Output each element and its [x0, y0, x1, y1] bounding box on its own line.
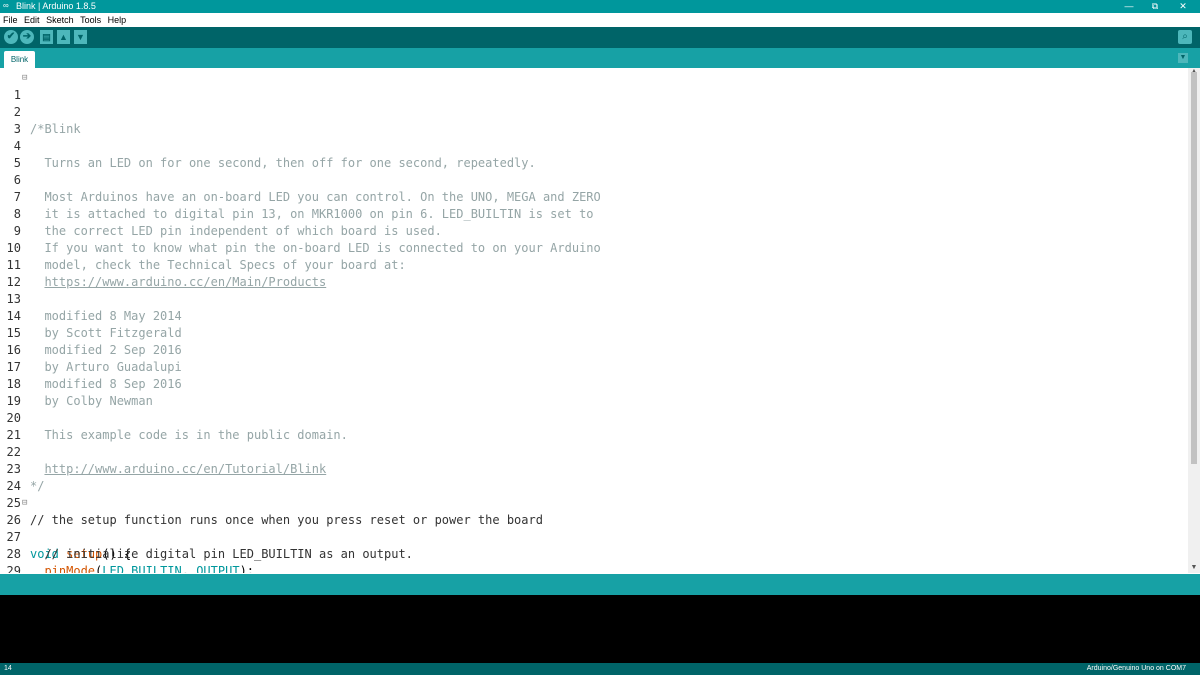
message-area — [0, 574, 1200, 595]
code-line: 16 by Arturo Guadalupi — [0, 325, 1188, 374]
code-line: 27 // initialize digital pin LED_BUILTIN… — [0, 512, 1188, 561]
open-icon: ▲ — [59, 32, 68, 42]
footer-status-bar: 14 Arduino/Genuino Uno on COM7 — [0, 663, 1200, 675]
current-line-number: 14 — [4, 665, 12, 672]
code-line: 18 by Colby Newman — [0, 359, 1188, 408]
code-line: 14 by Scott Fitzgerald — [0, 291, 1188, 340]
code-line: 23 */ — [0, 444, 1188, 493]
new-file-icon: ▤ — [42, 32, 51, 42]
code-line: 30 — [0, 563, 1188, 573]
console-output[interactable] — [0, 595, 1200, 663]
save-icon: ▼ — [76, 32, 85, 42]
code-line: 17 modified 8 Sep 2016 — [0, 342, 1188, 391]
tab-blink[interactable]: Blink — [4, 51, 35, 68]
code-line: 6 Most Arduinos have an on-board LED you… — [0, 155, 1188, 204]
code-line: 9 If you want to know what pin the on-bo… — [0, 206, 1188, 255]
menu-bar: File Edit Sketch Tools Help — [0, 13, 1200, 27]
check-icon: ✔ — [6, 31, 16, 42]
scroll-down-icon[interactable]: ▼ — [1190, 564, 1198, 572]
code-line: 1 ⊟ /* — [0, 70, 1188, 136]
code-line: 24 — [0, 461, 1188, 493]
code-line: 10 model, check the Technical Specs of y… — [0, 223, 1188, 272]
code-line: 2 Blink — [0, 87, 1188, 136]
code-line: 13 modified 8 May 2014 — [0, 274, 1188, 323]
menu-edit[interactable]: Edit — [24, 13, 40, 27]
chevron-down-icon: ▼ — [1179, 54, 1187, 61]
minimize-button[interactable]: — — [1116, 0, 1142, 13]
open-button[interactable]: ▲ — [57, 30, 70, 44]
title-bar: ∞ Blink | Arduino 1.8.5 — ⧉ ✕ — [0, 0, 1200, 13]
new-button[interactable]: ▤ — [40, 30, 53, 44]
menu-help[interactable]: Help — [108, 13, 127, 27]
code-line: 7 it is attached to digital pin 13, on M… — [0, 172, 1188, 221]
code-line: 28 pinMode(LED_BUILTIN, OUTPUT); — [0, 529, 1188, 573]
code-line: 5 — [0, 138, 1188, 170]
upload-button[interactable]: ➔ — [20, 30, 34, 44]
code-line: 4 Turns an LED on for one second, then o… — [0, 121, 1188, 170]
code-line: 3 — [0, 104, 1188, 136]
magnifier-icon: ⌕ — [1182, 31, 1188, 42]
menu-tools[interactable]: Tools — [80, 13, 101, 27]
serial-monitor-button[interactable]: ⌕ — [1178, 30, 1192, 44]
arrow-right-icon: ➔ — [22, 31, 32, 42]
code-line: 21 — [0, 410, 1188, 442]
code-line: 29 } — [0, 546, 1188, 573]
window-title: Blink | Arduino 1.8.5 — [16, 1, 96, 11]
fold-icon[interactable]: ⊟ — [22, 495, 30, 512]
toolbar: ✔ ➔ ▤ ▲ ▼ ⌕ — [0, 27, 1200, 48]
save-button[interactable]: ▼ — [74, 30, 87, 44]
code-line: 12 — [0, 257, 1188, 289]
tab-menu-button[interactable]: ▼ — [1178, 53, 1188, 63]
code-line: 26 ⊟ void setup() { — [0, 495, 1188, 561]
menu-file[interactable]: File — [3, 13, 18, 27]
code-line: 19 — [0, 376, 1188, 408]
fold-icon[interactable]: ⊟ — [22, 70, 30, 87]
close-button[interactable]: ✕ — [1170, 0, 1196, 13]
verify-button[interactable]: ✔ — [4, 30, 18, 44]
scrollbar-thumb[interactable] — [1191, 72, 1197, 464]
board-port-label: Arduino/Genuino Uno on COM7 — [1086, 665, 1186, 672]
code-line: 20 This example code is in the public do… — [0, 393, 1188, 442]
code-line: 15 modified 2 Sep 2016 — [0, 308, 1188, 357]
code-line: 8 the correct LED pin independent of whi… — [0, 189, 1188, 238]
code-line: 22 http://www.arduino.cc/en/Tutorial/Bli… — [0, 427, 1188, 476]
tab-bar: Blink ▼ — [0, 48, 1200, 68]
menu-sketch[interactable]: Sketch — [46, 13, 74, 27]
code-line: 11 https://www.arduino.cc/en/Main/Produc… — [0, 240, 1188, 289]
infinity-icon: ∞ — [3, 1, 9, 10]
code-line: 25 // the setup function runs once when … — [0, 478, 1188, 527]
restore-button[interactable]: ⧉ — [1142, 0, 1168, 13]
code-editor[interactable]: 1 ⊟ /* 2 Blink 3 4 Turns an LED on for o… — [0, 68, 1188, 573]
